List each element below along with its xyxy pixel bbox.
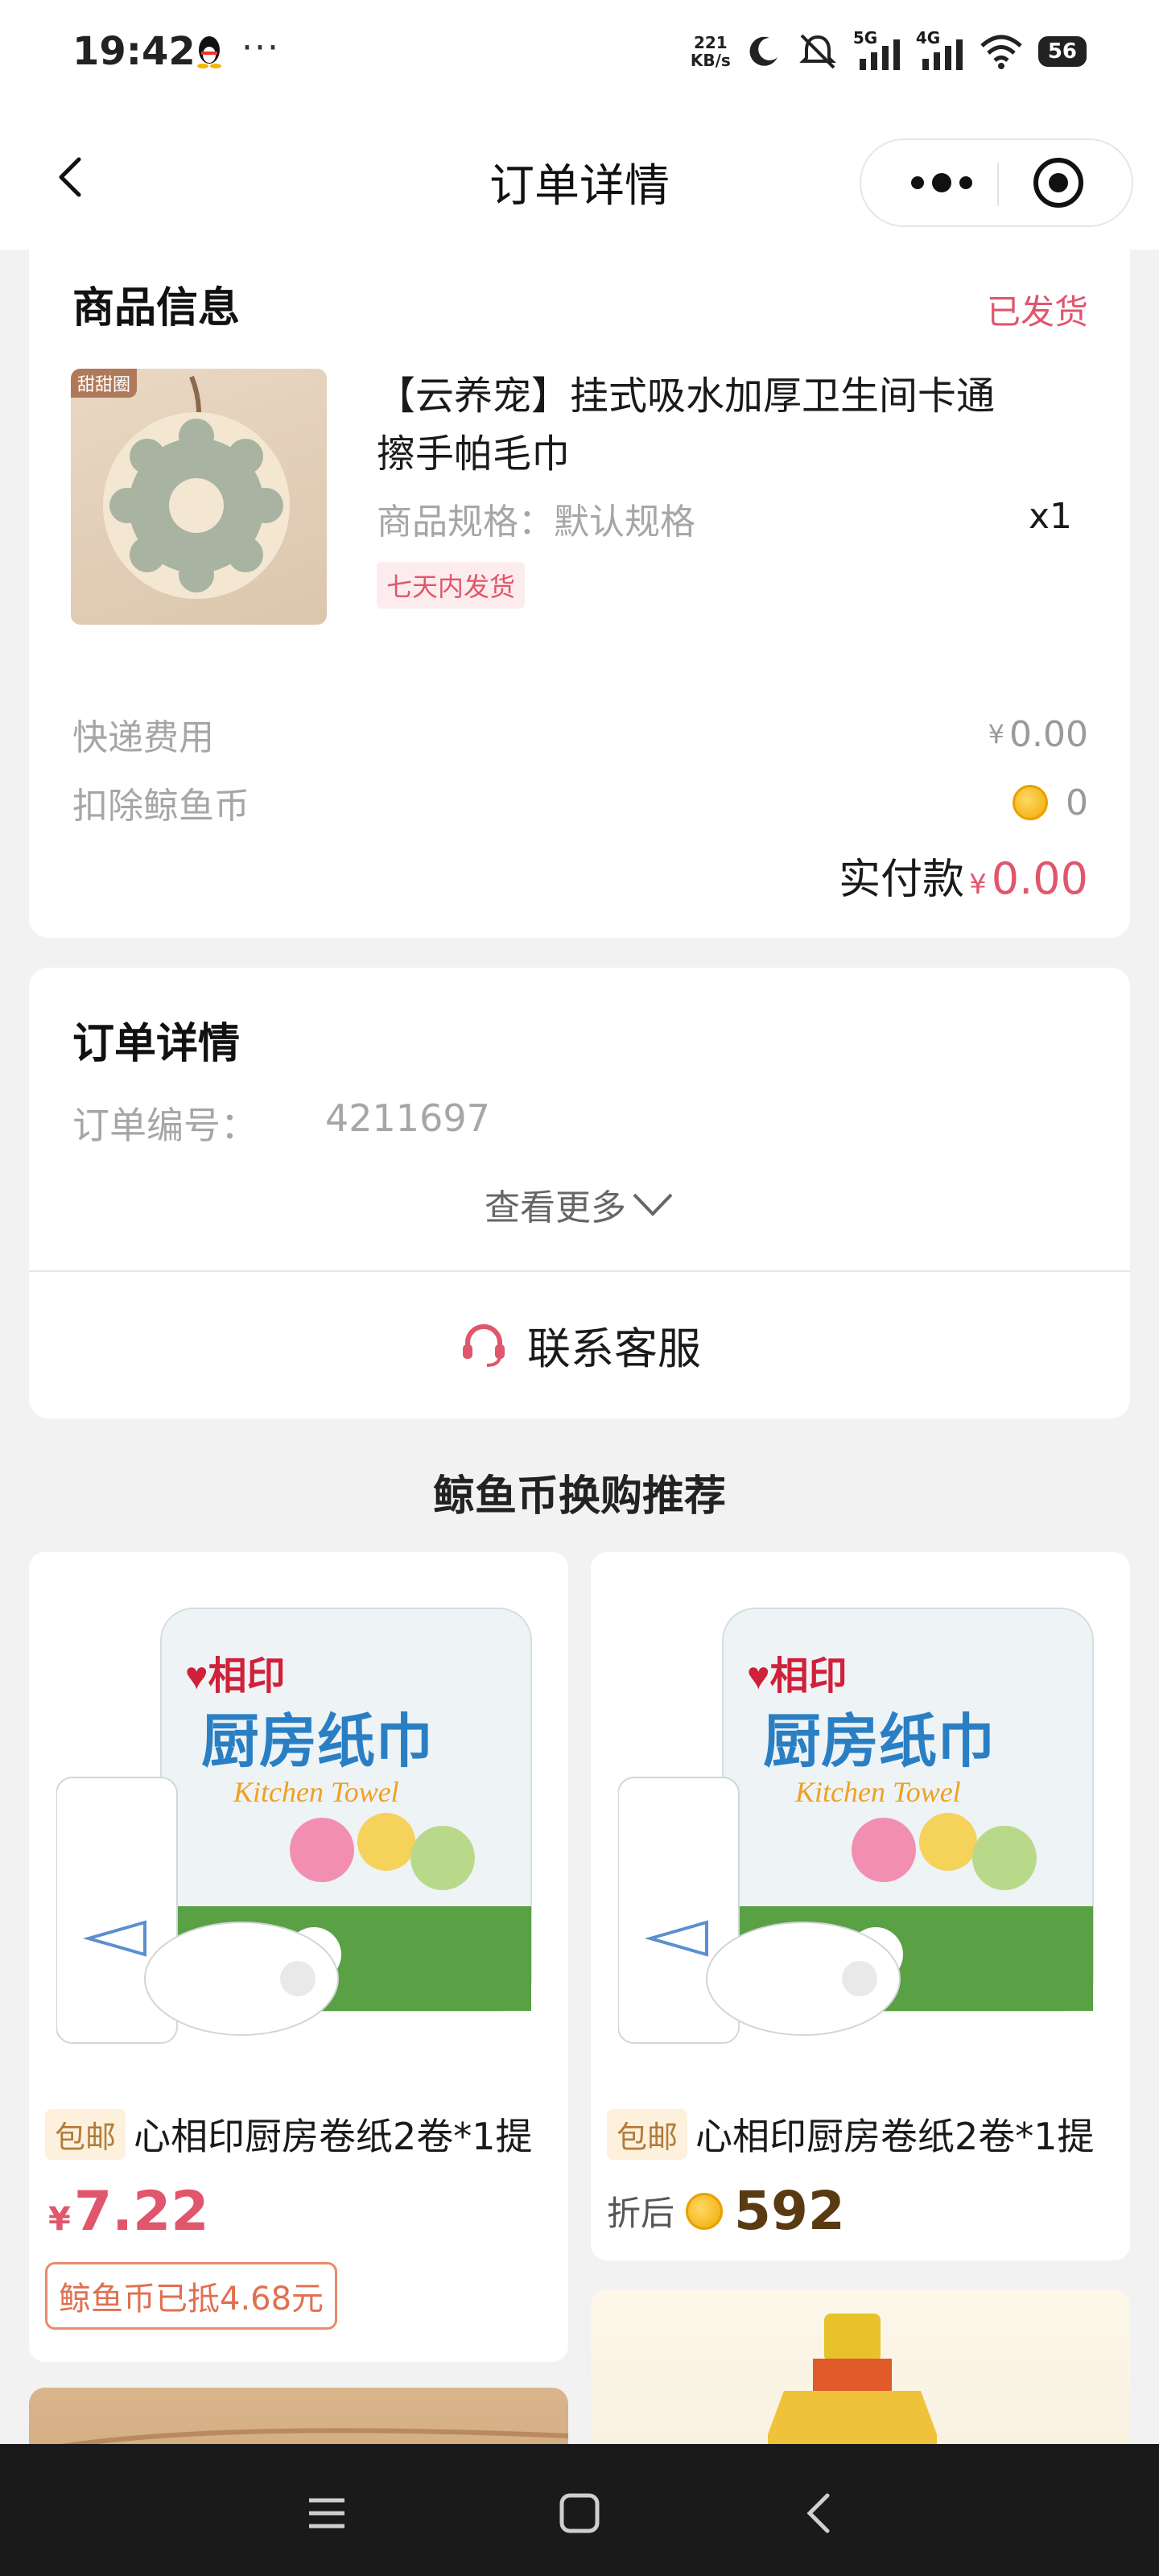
product-card[interactable]: ♥相印 厨房纸巾 Kitchen Towel 2 包邮 心相印厨房卷纸2卷*1提… xyxy=(29,1552,568,2362)
status-bar: 19:42 ··· 221 KB/s 5G 4G 56 xyxy=(0,0,1159,105)
shipping-fee-value: ¥ 0.00 xyxy=(988,713,1088,755)
coin-deduct-value: 0 xyxy=(1013,782,1088,824)
capsule-divider xyxy=(997,163,999,206)
system-navigation-bar xyxy=(0,2444,1159,2576)
battery-indicator: 56 xyxy=(1037,36,1087,67)
coin-deduct-badge: 鲸鱼币已抵4.68元 xyxy=(45,2262,338,2330)
signal-5g-icon: 5G xyxy=(853,28,901,72)
moon-icon xyxy=(749,36,777,66)
free-shipping-tag: 包邮 xyxy=(607,2108,688,2160)
status-time: 19:42 xyxy=(72,29,196,74)
back-icon[interactable] xyxy=(797,2489,845,2537)
more-dots-icon[interactable] xyxy=(885,140,990,225)
nav-bar: 订单详情 xyxy=(0,105,1159,250)
paid-value: 0.00 xyxy=(991,853,1088,904)
shipping-fee-row: 快递费用 ¥ 0.00 xyxy=(72,708,1088,760)
product-card-price: ¥ 7.22 xyxy=(48,2180,209,2244)
target-close-icon[interactable] xyxy=(1006,140,1111,225)
product-quantity: x1 xyxy=(1028,496,1072,537)
menu-icon[interactable] xyxy=(303,2489,351,2537)
donut-towel-illustration xyxy=(103,375,290,599)
svg-text:♥相印: ♥相印 xyxy=(747,1655,848,1698)
order-section-title: 订单详情 xyxy=(72,1020,241,1068)
signal-4g-icon: 4G xyxy=(916,28,964,72)
network-speed: 221 KB/s xyxy=(690,33,731,70)
product-card-coin-price: 折后 592 xyxy=(607,2180,845,2242)
shipping-time-tag: 七天内发货 xyxy=(377,562,526,609)
recommend-title: 鲸鱼币换购推荐 xyxy=(432,1472,726,1521)
paid-label: 实付款 xyxy=(839,856,965,904)
kitchen-towel-image: ♥相印 厨房纸巾 Kitchen Towel 2 xyxy=(56,1608,532,2044)
svg-text:厨房纸巾: 厨房纸巾 xyxy=(201,1710,433,1774)
paid-amount: 实付款 ¥ 0.00 xyxy=(839,845,1088,906)
wifi-icon xyxy=(980,35,1022,69)
product-card-title: 包邮 心相印厨房卷纸2卷*1提 xyxy=(607,2107,1122,2161)
see-more-button[interactable]: 查看更多 xyxy=(29,1179,1130,1230)
headset-icon xyxy=(463,1324,505,1367)
svg-text:Kitchen Towel: Kitchen Towel xyxy=(233,1776,399,1808)
mute-bell-icon xyxy=(798,34,836,69)
coin-deduct-label: 扣除鲸鱼币 xyxy=(72,786,250,827)
whale-coin-icon xyxy=(1013,785,1048,820)
qq-penguin-icon xyxy=(197,36,221,68)
order-number-label: 订单编号： xyxy=(72,1104,258,1147)
svg-text:厨房纸巾: 厨房纸巾 xyxy=(763,1710,995,1774)
product-spec: 商品规格：默认规格 xyxy=(377,502,695,543)
order-status: 已发货 xyxy=(986,292,1088,332)
kitchen-towel-image: ♥相印 厨房纸巾 Kitchen Towel 2 xyxy=(618,1608,1094,2044)
order-number-value: 4211697 xyxy=(325,1096,490,1140)
free-shipping-tag: 包邮 xyxy=(45,2108,126,2160)
image-tag: 甜甜圈 xyxy=(71,369,138,398)
status-right: 221 KB/s 5G 4G 56 xyxy=(691,27,1087,76)
product-card[interactable]: ♥相印 厨房纸巾 Kitchen Towel 2 包邮 心相印厨房卷纸2卷*1提… xyxy=(591,1552,1130,2260)
product-info-card: 商品信息 已发货 甜甜圈 【云养宠】挂式吸水加厚卫生间卡通擦手帕毛巾 商品规格：… xyxy=(29,250,1130,938)
more-notifications-icon: ··· xyxy=(241,27,280,68)
order-details-card: 订单详情 订单编号： 4211697 查看更多 联系客服 xyxy=(29,968,1130,1418)
svg-text:♥相印: ♥相印 xyxy=(185,1655,286,1698)
product-section-title: 商品信息 xyxy=(72,284,241,332)
coin-deduct-row: 扣除鲸鱼币 0 xyxy=(72,777,1088,828)
contact-service-button[interactable]: 联系客服 xyxy=(29,1270,1130,1418)
product-name[interactable]: 【云养宠】挂式吸水加厚卫生间卡通擦手帕毛巾 xyxy=(377,367,1021,483)
whale-coin-icon xyxy=(686,2192,724,2230)
chevron-down-icon xyxy=(633,1193,673,1216)
shipping-fee-label: 快递费用 xyxy=(72,717,214,758)
mini-program-capsule xyxy=(860,138,1133,227)
svg-text:Kitchen Towel: Kitchen Towel xyxy=(794,1776,961,1808)
product-card-title: 包邮 心相印厨房卷纸2卷*1提 xyxy=(45,2107,560,2161)
home-icon[interactable] xyxy=(555,2489,604,2537)
product-image[interactable]: 甜甜圈 xyxy=(71,369,327,625)
